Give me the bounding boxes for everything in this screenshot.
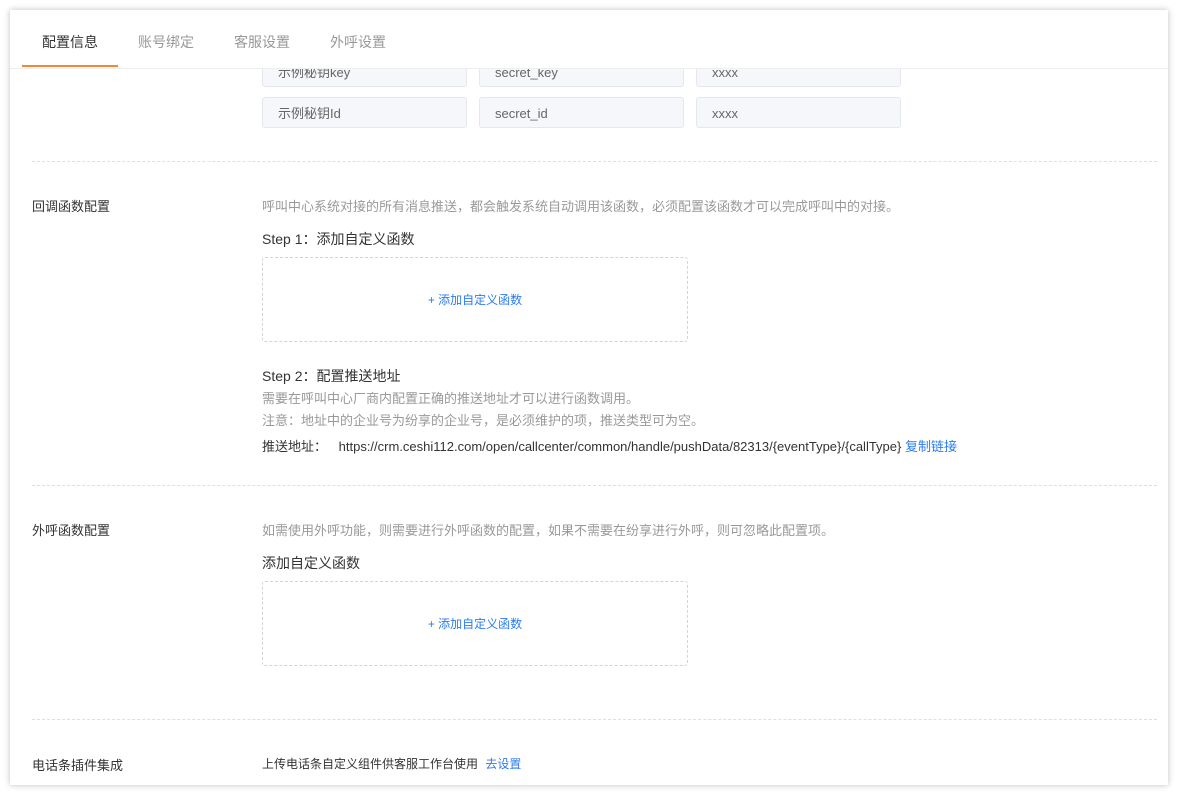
- callback-note-1: 需要在呼叫中心厂商内配置正确的推送地址才可以进行函数调用。: [262, 391, 640, 406]
- section-divider: [32, 719, 1157, 720]
- tab-service-settings[interactable]: 客服设置: [224, 10, 300, 68]
- tab-outbound-settings[interactable]: 外呼设置: [320, 10, 396, 68]
- push-url-label: 推送地址：: [262, 439, 328, 454]
- callback-step2-label: Step 2：配置推送地址: [262, 368, 401, 384]
- outbound-description: 如需使用外呼功能，则需要进行外呼函数的配置，如果不需要在纷享进行外呼，则可忽略此…: [262, 523, 835, 538]
- add-custom-function-button[interactable]: + 添加自定义函数: [428, 291, 522, 308]
- push-url-row: 推送地址： https://crm.ceshi112.com/open/call…: [262, 436, 957, 455]
- outbound-step-label: 添加自定义函数: [262, 555, 360, 571]
- callback-note-2: 注意：地址中的企业号为纷享的企业号，是必须维护的项，推送类型可为空。: [262, 413, 705, 428]
- push-url-text: https://crm.ceshi112.com/open/callcenter…: [338, 439, 902, 454]
- secret-id-name-field[interactable]: secret_id: [479, 97, 684, 128]
- go-settings-link[interactable]: 去设置: [485, 757, 521, 771]
- config-panel: 示例秘钥key secret_key xxxx 示例秘钥Id secret_id…: [10, 10, 1168, 785]
- section-divider: [32, 161, 1157, 162]
- config-content: 示例秘钥key secret_key xxxx 示例秘钥Id secret_id…: [10, 10, 1168, 785]
- callback-section-title: 回调函数配置: [32, 199, 111, 214]
- copy-link-button[interactable]: 复制链接: [905, 439, 957, 454]
- tab-account-binding[interactable]: 账号绑定: [128, 10, 204, 68]
- callback-add-function-box[interactable]: + 添加自定义函数: [262, 257, 688, 342]
- plugin-section-title: 电话条插件集成: [32, 758, 124, 773]
- active-tab-indicator: [22, 65, 118, 67]
- add-custom-function-button[interactable]: + 添加自定义函数: [428, 615, 522, 632]
- outbound-add-function-box[interactable]: + 添加自定义函数: [262, 581, 688, 666]
- callback-description: 呼叫中心系统对接的所有消息推送，都会触发系统自动调用该函数，必须配置该函数才可以…: [262, 199, 900, 214]
- secret-id-value-field[interactable]: xxxx: [696, 97, 901, 128]
- plugin-description: 上传电话条自定义组件供客服工作台使用: [262, 757, 479, 771]
- secret-id-label-field[interactable]: 示例秘钥Id: [262, 97, 467, 128]
- section-divider: [32, 485, 1157, 486]
- callback-step1-label: Step 1：添加自定义函数: [262, 231, 415, 247]
- plugin-row: 上传电话条自定义组件供客服工作台使用 去设置: [262, 755, 521, 772]
- tab-bar: 配置信息 账号绑定 客服设置 外呼设置: [10, 10, 1168, 69]
- outbound-section-title: 外呼函数配置: [32, 523, 111, 538]
- tab-config-info[interactable]: 配置信息: [22, 10, 118, 68]
